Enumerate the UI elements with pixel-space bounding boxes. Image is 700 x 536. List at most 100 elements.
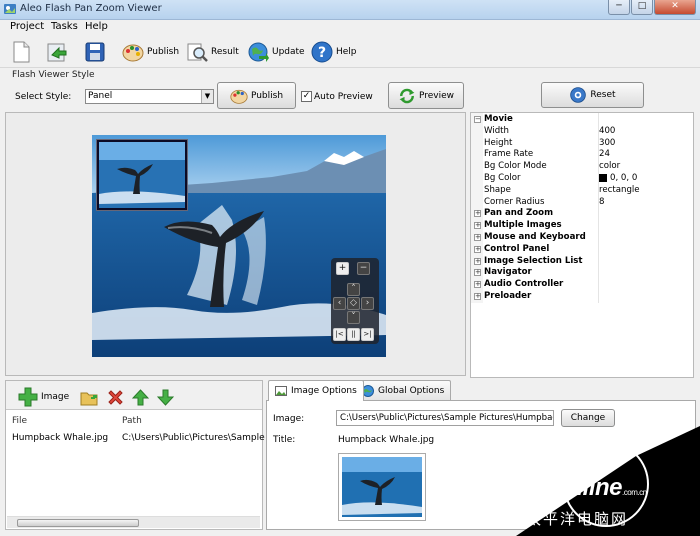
image-list-toolbar: Image	[6, 381, 262, 409]
close-button[interactable]: ✕	[654, 0, 696, 15]
move-up-button[interactable]	[132, 384, 149, 411]
property-row[interactable]: Shape rectangle	[471, 185, 693, 197]
toolbar-result-label: Result	[211, 46, 239, 57]
navigator-whale-graphic	[99, 142, 185, 208]
property-category-row[interactable]: + Audio Controller	[471, 279, 693, 291]
image-list: File Path Humpback Whale.jpg C:\Users\Pu…	[6, 409, 265, 529]
scrollbar-thumb[interactable]	[17, 519, 139, 527]
open-arrow-icon	[47, 43, 67, 61]
collapse-icon[interactable]: −	[474, 116, 481, 123]
toolbar-result-button[interactable]: Result	[186, 38, 239, 65]
save-button[interactable]	[84, 38, 106, 65]
pan-right-button[interactable]: ›	[361, 297, 374, 310]
property-value[interactable]: 0, 0, 0	[599, 173, 637, 185]
toolbar-help-button[interactable]: ? Help	[311, 38, 357, 65]
maximize-button[interactable]: □	[631, 0, 653, 15]
auto-preview-label: Auto Preview	[314, 92, 373, 102]
property-name: Audio Controller	[484, 279, 564, 290]
add-plus-icon	[18, 387, 38, 406]
menu-help[interactable]: Help	[85, 21, 108, 32]
property-row[interactable]: Height 300	[471, 138, 693, 150]
property-name: Preloader	[484, 291, 532, 301]
add-folder-button[interactable]	[80, 384, 98, 411]
change-image-button[interactable]: Change	[561, 409, 615, 427]
watermark-tagline: 太平洋电脑网	[526, 510, 629, 528]
property-name: Bg Color Mode	[484, 161, 547, 172]
publish-button[interactable]: Publish	[217, 82, 296, 109]
column-header-path[interactable]: Path	[122, 416, 142, 426]
property-name: Mouse and Keyboard	[484, 232, 586, 242]
property-category-row[interactable]: + Image Selection List	[471, 256, 693, 268]
property-row[interactable]: Width 400	[471, 126, 693, 138]
expand-icon[interactable]: +	[474, 293, 481, 300]
property-category-row[interactable]: + Control Panel	[471, 244, 693, 256]
property-category-row[interactable]: + Mouse and Keyboard	[471, 232, 693, 244]
last-image-button[interactable]: >|	[361, 328, 374, 341]
toolbar-publish-button[interactable]: Publish	[122, 38, 179, 65]
property-row[interactable]: Bg Color Mode color	[471, 161, 693, 173]
style-select-value: Panel	[88, 91, 113, 101]
whale-preview-image[interactable]: + − ˄ ‹ ◇ › ˅ |< || >|	[92, 135, 386, 357]
property-value[interactable]: 24	[599, 149, 610, 161]
toolbar-update-button[interactable]: Update	[247, 38, 305, 65]
first-image-button[interactable]: |<	[333, 328, 346, 341]
property-name: Navigator	[484, 267, 532, 278]
property-value[interactable]: color	[599, 161, 620, 173]
tab-image-options[interactable]: Image Options	[268, 380, 364, 401]
navigator-thumbnail[interactable]	[97, 140, 187, 210]
new-button[interactable]	[10, 38, 32, 65]
expand-icon[interactable]: +	[474, 257, 481, 265]
property-category-row[interactable]: + Pan and Zoom	[471, 208, 693, 220]
expand-icon[interactable]: +	[474, 281, 481, 289]
property-value[interactable]: 400	[599, 126, 615, 138]
property-row[interactable]: Corner Radius 8	[471, 197, 693, 209]
move-down-button[interactable]	[157, 384, 174, 411]
reset-button[interactable]: Reset	[541, 82, 644, 108]
expand-icon[interactable]: +	[474, 222, 481, 230]
pan-down-button[interactable]: ˅	[347, 311, 360, 324]
open-button[interactable]	[46, 38, 68, 65]
property-value[interactable]: 300	[599, 138, 615, 150]
pause-button[interactable]: ||	[347, 328, 360, 341]
minimize-button[interactable]: ─	[608, 0, 630, 15]
column-header-file[interactable]: File	[12, 416, 27, 426]
style-select[interactable]: Panel ▼	[85, 89, 214, 104]
tab-global-options-label: Global Options	[378, 385, 445, 396]
image-path-field[interactable]: C:\Users\Public\Pictures\Sample Pictures…	[336, 410, 554, 426]
preview-button[interactable]: Preview	[388, 82, 464, 109]
watermark-domain: .com.cn	[622, 488, 647, 497]
property-category-row[interactable]: + Multiple Images	[471, 220, 693, 232]
property-row[interactable]: Bg Color 0, 0, 0	[471, 173, 693, 185]
title-bar: Aleo Flash Pan Zoom Viewer ─ □ ✕	[0, 0, 700, 20]
property-name: Width	[484, 125, 509, 136]
auto-preview-checkbox[interactable]: ✓	[301, 91, 312, 102]
property-name: Image Selection List	[484, 255, 583, 266]
expand-icon[interactable]: +	[474, 269, 481, 277]
property-grid: − Movie Width 400 Height 300 Frame Rate 24 Bg Co…	[470, 112, 694, 378]
zoom-out-button[interactable]: −	[357, 262, 370, 275]
delete-image-button[interactable]	[107, 384, 124, 411]
property-category-row[interactable]: + Navigator	[471, 267, 693, 279]
property-value[interactable]: 8	[599, 197, 604, 209]
expand-icon[interactable]: +	[474, 234, 481, 241]
menu-tasks[interactable]: Tasks	[51, 21, 78, 32]
expand-icon[interactable]: +	[474, 210, 481, 218]
color-swatch[interactable]	[599, 173, 607, 182]
add-image-button[interactable]: Image	[18, 383, 69, 410]
property-category-row[interactable]: + Preloader	[471, 291, 693, 303]
pan-left-button[interactable]: ‹	[333, 297, 346, 310]
property-name: Shape	[484, 184, 511, 195]
tab-global-options[interactable]: Global Options	[355, 380, 452, 400]
pan-up-button[interactable]: ˄	[347, 283, 360, 296]
horizontal-scrollbar[interactable]	[7, 516, 260, 528]
global-options-icon	[362, 384, 374, 397]
expand-icon[interactable]: +	[474, 245, 481, 253]
pan-center-button[interactable]: ◇	[347, 297, 360, 310]
watermark-brand: PConline	[522, 474, 623, 501]
zoom-in-button[interactable]: +	[336, 262, 349, 275]
property-row[interactable]: Frame Rate 24	[471, 149, 693, 161]
image-title-value[interactable]: Humpback Whale.jpg	[338, 435, 434, 445]
property-category-row[interactable]: − Movie	[471, 114, 693, 126]
property-value[interactable]: rectangle	[599, 185, 640, 197]
menu-project[interactable]: Project	[10, 21, 44, 32]
